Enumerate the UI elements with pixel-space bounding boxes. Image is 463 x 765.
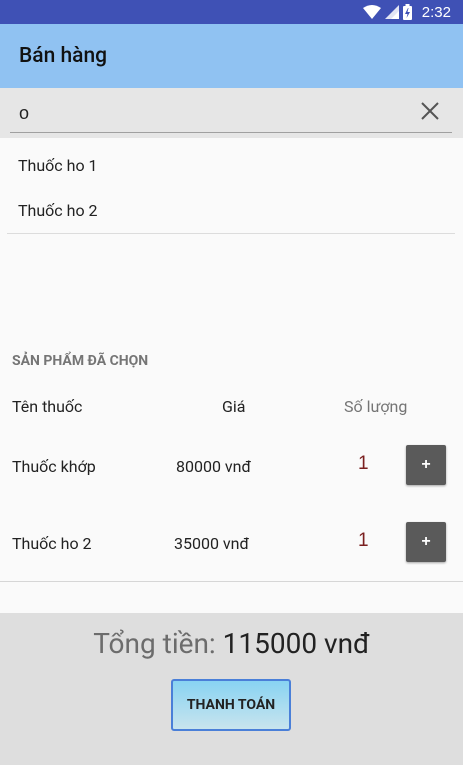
search-bar [0,88,463,138]
status-bar: 2:32 [0,0,463,24]
checkout-button[interactable]: THANH TOÁN [171,679,291,731]
increase-quantity-button[interactable]: + [406,445,446,485]
total-value: 115000 vnđ [222,627,370,660]
search-result-item[interactable]: Thuốc ho 1 [7,143,455,189]
product-price: 35000 vnđ [174,534,250,553]
footer: Tổng tiền: 115000 vnđ THANH TOÁN [0,613,463,765]
battery-icon [402,4,412,20]
search-result-label: Thuốc ho 2 [18,201,98,220]
search-underline [10,132,452,133]
app-bar: Bán hàng [0,24,463,88]
column-header-quantity: Số lượng [344,397,408,416]
total-label: Tổng tiền: [93,627,216,660]
search-result-label: Thuốc ho 1 [18,156,98,175]
wifi-icon [362,5,381,19]
cart-row: Thuốc ho 2 35000 vnđ 1 + [0,504,463,582]
increase-quantity-button[interactable]: + [406,522,446,562]
signal-icon [384,5,399,19]
quantity-value[interactable]: 1 [358,530,369,552]
column-header-price: Giá [222,397,246,416]
column-header-name: Tên thuốc [12,397,83,416]
clear-search-button[interactable] [416,97,444,125]
page-title: Bán hàng [19,44,108,68]
quantity-value[interactable]: 1 [358,453,369,475]
section-title: SẢN PHẨM ĐÃ CHỌN [12,353,149,369]
product-name: Thuốc khớp [12,457,96,476]
search-result-item[interactable]: Thuốc ho 2 [7,188,455,234]
product-price: 80000 vnđ [176,457,252,476]
search-input[interactable] [11,100,409,126]
close-icon [421,102,439,120]
product-name: Thuốc ho 2 [12,534,92,553]
status-time: 2:32 [421,3,451,21]
total-line: Tổng tiền: 115000 vnđ [0,627,463,660]
cart-row: Thuốc khớp 80000 vnđ 1 + [0,427,463,505]
